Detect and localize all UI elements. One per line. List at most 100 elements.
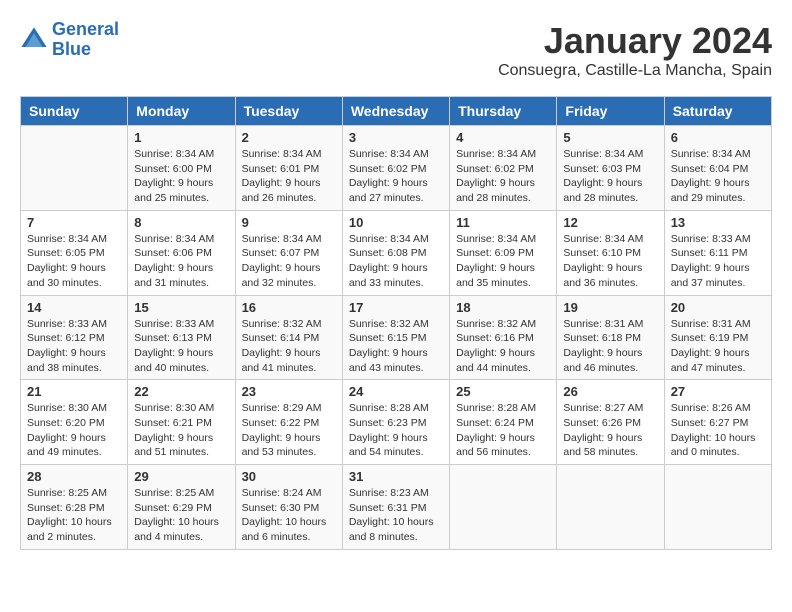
day-content: Sunrise: 8:34 AM Sunset: 6:09 PM Dayligh…	[456, 232, 550, 291]
day-content: Sunrise: 8:34 AM Sunset: 6:04 PM Dayligh…	[671, 147, 765, 206]
day-header-sunday: Sunday	[21, 97, 128, 126]
calendar-title: January 2024	[498, 20, 772, 62]
calendar-cell: 9 Sunrise: 8:34 AM Sunset: 6:07 PM Daylig…	[235, 210, 342, 295]
day-number: 19	[563, 300, 657, 315]
calendar-cell: 21 Sunrise: 8:30 AM Sunset: 6:20 PM Dayli…	[21, 380, 128, 465]
week-row-1: 1 Sunrise: 8:34 AM Sunset: 6:00 PM Daylig…	[21, 126, 772, 211]
calendar-cell: 20 Sunrise: 8:31 AM Sunset: 6:19 PM Dayli…	[664, 295, 771, 380]
day-number: 11	[456, 215, 550, 230]
day-number: 18	[456, 300, 550, 315]
day-content: Sunrise: 8:34 AM Sunset: 6:00 PM Dayligh…	[134, 147, 228, 206]
day-content: Sunrise: 8:27 AM Sunset: 6:26 PM Dayligh…	[563, 401, 657, 460]
day-content: Sunrise: 8:25 AM Sunset: 6:29 PM Dayligh…	[134, 486, 228, 545]
day-number: 2	[242, 130, 336, 145]
day-number: 26	[563, 384, 657, 399]
day-content: Sunrise: 8:34 AM Sunset: 6:10 PM Dayligh…	[563, 232, 657, 291]
day-content: Sunrise: 8:32 AM Sunset: 6:16 PM Dayligh…	[456, 317, 550, 376]
logo-general: General	[52, 19, 119, 39]
day-number: 20	[671, 300, 765, 315]
calendar-cell: 15Sunrise: 8:33 AM Sunset: 6:13 PM Dayli…	[128, 295, 235, 380]
calendar-cell: 5 Sunrise: 8:34 AM Sunset: 6:03 PM Daylig…	[557, 126, 664, 211]
day-content: Sunrise: 8:23 AM Sunset: 6:31 PM Dayligh…	[349, 486, 443, 545]
calendar-cell	[664, 465, 771, 550]
day-content: Sunrise: 8:34 AM Sunset: 6:03 PM Dayligh…	[563, 147, 657, 206]
calendar-cell	[450, 465, 557, 550]
calendar-cell: 2 Sunrise: 8:34 AM Sunset: 6:01 PM Daylig…	[235, 126, 342, 211]
day-number: 27	[671, 384, 765, 399]
day-number: 5	[563, 130, 657, 145]
day-header-tuesday: Tuesday	[235, 97, 342, 126]
calendar-cell: 4Sunrise: 8:34 AM Sunset: 6:02 PM Daylig…	[450, 126, 557, 211]
day-header-wednesday: Wednesday	[342, 97, 449, 126]
day-content: Sunrise: 8:34 AM Sunset: 6:08 PM Dayligh…	[349, 232, 443, 291]
day-number: 12	[563, 215, 657, 230]
week-row-4: 21 Sunrise: 8:30 AM Sunset: 6:20 PM Dayli…	[21, 380, 772, 465]
day-header-saturday: Saturday	[664, 97, 771, 126]
day-number: 16	[242, 300, 336, 315]
day-content: Sunrise: 8:31 AM Sunset: 6:18 PM Dayligh…	[563, 317, 657, 376]
week-row-3: 14 Sunrise: 8:33 AM Sunset: 6:12 PM Dayli…	[21, 295, 772, 380]
calendar-cell: 22Sunrise: 8:30 AM Sunset: 6:21 PM Dayli…	[128, 380, 235, 465]
day-content: Sunrise: 8:34 AM Sunset: 6:01 PM Dayligh…	[242, 147, 336, 206]
day-number: 15	[134, 300, 228, 315]
day-number: 7	[27, 215, 121, 230]
day-header-thursday: Thursday	[450, 97, 557, 126]
calendar-cell: 30Sunrise: 8:24 AM Sunset: 6:30 PM Dayli…	[235, 465, 342, 550]
title-section: January 2024 Consuegra, Castille-La Manc…	[498, 20, 772, 80]
day-content: Sunrise: 8:33 AM Sunset: 6:12 PM Dayligh…	[27, 317, 121, 376]
calendar-cell: 8 Sunrise: 8:34 AM Sunset: 6:06 PM Daylig…	[128, 210, 235, 295]
calendar-cell: 7Sunrise: 8:34 AM Sunset: 6:05 PM Daylig…	[21, 210, 128, 295]
calendar-cell: 10 Sunrise: 8:34 AM Sunset: 6:08 PM Dayli…	[342, 210, 449, 295]
calendar-cell: 13 Sunrise: 8:33 AM Sunset: 6:11 PM Dayli…	[664, 210, 771, 295]
calendar-cell: 16 Sunrise: 8:32 AM Sunset: 6:14 PM Dayli…	[235, 295, 342, 380]
calendar-table: SundayMondayTuesdayWednesdayThursdayFrid…	[20, 96, 772, 550]
day-content: Sunrise: 8:34 AM Sunset: 6:07 PM Dayligh…	[242, 232, 336, 291]
calendar-cell: 3 Sunrise: 8:34 AM Sunset: 6:02 PM Daylig…	[342, 126, 449, 211]
calendar-cell: 18 Sunrise: 8:32 AM Sunset: 6:16 PM Dayli…	[450, 295, 557, 380]
calendar-cell: 6 Sunrise: 8:34 AM Sunset: 6:04 PM Daylig…	[664, 126, 771, 211]
day-number: 13	[671, 215, 765, 230]
day-number: 3	[349, 130, 443, 145]
calendar-cell: 28 Sunrise: 8:25 AM Sunset: 6:28 PM Dayli…	[21, 465, 128, 550]
day-content: Sunrise: 8:28 AM Sunset: 6:24 PM Dayligh…	[456, 401, 550, 460]
day-number: 14	[27, 300, 121, 315]
day-number: 24	[349, 384, 443, 399]
calendar-cell: 27Sunrise: 8:26 AM Sunset: 6:27 PM Dayli…	[664, 380, 771, 465]
calendar-cell: 14 Sunrise: 8:33 AM Sunset: 6:12 PM Dayli…	[21, 295, 128, 380]
calendar-cell	[21, 126, 128, 211]
day-content: Sunrise: 8:25 AM Sunset: 6:28 PM Dayligh…	[27, 486, 121, 545]
calendar-cell: 17Sunrise: 8:32 AM Sunset: 6:15 PM Dayli…	[342, 295, 449, 380]
day-content: Sunrise: 8:30 AM Sunset: 6:20 PM Dayligh…	[27, 401, 121, 460]
day-content: Sunrise: 8:32 AM Sunset: 6:14 PM Dayligh…	[242, 317, 336, 376]
day-content: Sunrise: 8:34 AM Sunset: 6:06 PM Dayligh…	[134, 232, 228, 291]
calendar-cell: 24Sunrise: 8:28 AM Sunset: 6:23 PM Dayli…	[342, 380, 449, 465]
calendar-cell: 29 Sunrise: 8:25 AM Sunset: 6:29 PM Dayli…	[128, 465, 235, 550]
week-row-2: 7Sunrise: 8:34 AM Sunset: 6:05 PM Daylig…	[21, 210, 772, 295]
day-content: Sunrise: 8:31 AM Sunset: 6:19 PM Dayligh…	[671, 317, 765, 376]
day-number: 8	[134, 215, 228, 230]
day-number: 21	[27, 384, 121, 399]
calendar-cell: 11 Sunrise: 8:34 AM Sunset: 6:09 PM Dayli…	[450, 210, 557, 295]
day-content: Sunrise: 8:32 AM Sunset: 6:15 PM Dayligh…	[349, 317, 443, 376]
day-content: Sunrise: 8:24 AM Sunset: 6:30 PM Dayligh…	[242, 486, 336, 545]
day-number: 28	[27, 469, 121, 484]
day-number: 4	[456, 130, 550, 145]
day-number: 6	[671, 130, 765, 145]
day-header-monday: Monday	[128, 97, 235, 126]
logo-text: General Blue	[52, 20, 119, 60]
day-number: 9	[242, 215, 336, 230]
calendar-cell: 1 Sunrise: 8:34 AM Sunset: 6:00 PM Daylig…	[128, 126, 235, 211]
calendar-cell: 31Sunrise: 8:23 AM Sunset: 6:31 PM Dayli…	[342, 465, 449, 550]
day-number: 29	[134, 469, 228, 484]
logo-blue: Blue	[52, 39, 91, 59]
day-content: Sunrise: 8:29 AM Sunset: 6:22 PM Dayligh…	[242, 401, 336, 460]
calendar-subtitle: Consuegra, Castille-La Mancha, Spain	[498, 62, 772, 80]
day-content: Sunrise: 8:33 AM Sunset: 6:11 PM Dayligh…	[671, 232, 765, 291]
day-header-friday: Friday	[557, 97, 664, 126]
day-number: 10	[349, 215, 443, 230]
day-number: 1	[134, 130, 228, 145]
day-content: Sunrise: 8:34 AM Sunset: 6:02 PM Dayligh…	[349, 147, 443, 206]
week-row-5: 28 Sunrise: 8:25 AM Sunset: 6:28 PM Dayli…	[21, 465, 772, 550]
logo: General Blue	[20, 20, 119, 60]
logo-icon	[20, 26, 48, 54]
